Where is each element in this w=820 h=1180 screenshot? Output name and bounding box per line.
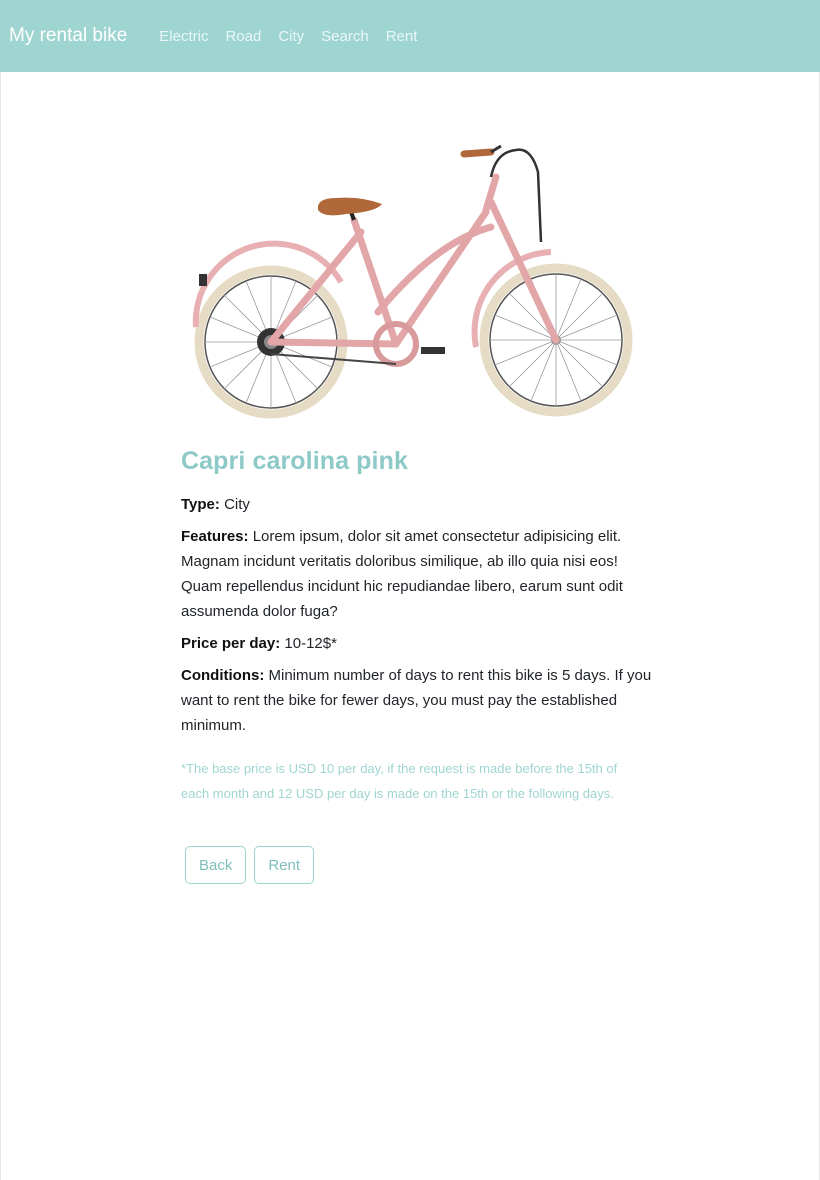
conditions-row: Conditions: Minimum number of days to re… bbox=[181, 663, 656, 738]
product-details: Capri carolina pink Type: City Features:… bbox=[181, 444, 656, 806]
left-border bbox=[0, 72, 1, 1180]
rear-reflector bbox=[199, 274, 207, 286]
handlebar-grip bbox=[460, 148, 495, 158]
nav-link-electric[interactable]: Electric bbox=[159, 28, 208, 45]
type-row: Type: City bbox=[181, 492, 656, 517]
top-navbar: My rental bike Electric Road City Search… bbox=[0, 0, 820, 72]
nav-link-search[interactable]: Search bbox=[321, 28, 369, 45]
saddle bbox=[317, 197, 382, 216]
handlebar bbox=[489, 148, 543, 243]
pedal bbox=[421, 347, 445, 354]
price-label: Price per day: bbox=[181, 635, 281, 652]
nav-link-city[interactable]: City bbox=[278, 28, 304, 45]
conditions-label: Conditions: bbox=[181, 667, 265, 684]
bicycle-illustration bbox=[192, 144, 633, 419]
price-value: 10-12$* bbox=[284, 635, 337, 652]
features-row: Features: Lorem ipsum, dolor sit amet co… bbox=[181, 524, 656, 624]
features-label: Features: bbox=[181, 528, 249, 545]
type-value: City bbox=[224, 496, 250, 513]
brand-link[interactable]: My rental bike bbox=[9, 25, 127, 47]
rent-button[interactable]: Rent bbox=[254, 846, 315, 884]
nav-link-road[interactable]: Road bbox=[225, 28, 261, 45]
price-note: *The base price is USD 10 per day, if th… bbox=[181, 761, 618, 801]
price-row: Price per day: 10-12$* bbox=[181, 631, 656, 656]
type-label: Type: bbox=[181, 496, 220, 513]
product-title: Capri carolina pink bbox=[181, 447, 408, 475]
nav-link-rent[interactable]: Rent bbox=[386, 28, 418, 45]
bike-image bbox=[186, 132, 641, 427]
back-button[interactable]: Back bbox=[185, 846, 247, 884]
action-buttons: Back Rent bbox=[185, 846, 315, 884]
